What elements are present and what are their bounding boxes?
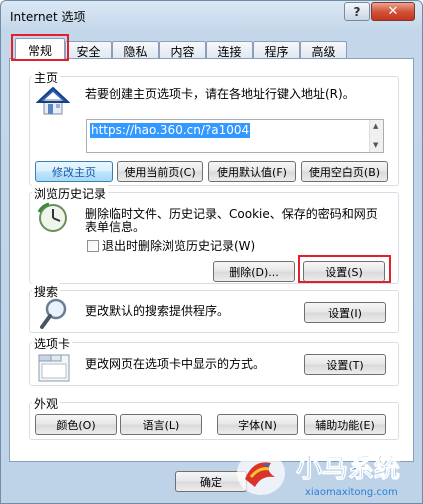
languages-button[interactable]: 语言(L) (120, 414, 202, 435)
homepage-description: 若要创建主页选项卡，请在各地址行键入地址(R)。 (85, 87, 355, 101)
annotation-box-general-tab (11, 34, 69, 61)
watermark-subtext: xiaomaxitong.com (305, 487, 398, 498)
history-clock-icon (37, 202, 67, 232)
homepage-group-title: 主页 (32, 69, 61, 86)
delete-on-exit-checkbox[interactable] (87, 240, 99, 252)
tabs-settings-button[interactable]: 设置(T) (304, 354, 386, 375)
tabs-group-title: 选项卡 (32, 335, 73, 352)
magnifier-icon (40, 298, 67, 329)
tabs-description: 更改网页在选项卡中显示的方式。 (85, 357, 266, 371)
window-title: Internet 选项 (10, 10, 86, 24)
house-icon (36, 86, 70, 115)
annotation-box-history-settings (298, 255, 391, 283)
appearance-group-title: 外观 (32, 395, 61, 412)
use-current-button[interactable]: 使用当前页(C) (117, 161, 203, 182)
homepage-url-field[interactable]: https://hao.360.cn/?a1004 ▲ ▼ (86, 119, 384, 153)
colors-button[interactable]: 颜色(O) (35, 414, 117, 435)
homepage-url-text: https://hao.360.cn/?a1004 (90, 123, 251, 138)
use-default-button[interactable]: 使用默认值(F) (208, 161, 296, 182)
delete-on-exit-label[interactable]: 退出时删除浏览历史记录(W) (102, 239, 255, 254)
close-button[interactable]: ✕ (371, 2, 415, 21)
help-button[interactable]: ? (344, 2, 370, 21)
accessibility-button[interactable]: 辅助功能(E) (304, 414, 386, 435)
use-blank-button[interactable]: 使用空白页(B) (301, 161, 388, 182)
title-bar[interactable]: Internet 选项 ? ✕ (1, 1, 422, 31)
history-group-title: 浏览历史记录 (32, 185, 109, 202)
search-description: 更改默认的搜索提供程序。 (85, 304, 230, 318)
internet-options-window: Internet 选项 ? ✕ 常规 安全 隐私 内容 连接 程序 高级 主页 … (0, 0, 423, 504)
history-description-line2: 表单信息。 (85, 220, 146, 234)
delete-history-button[interactable]: 删除(D)... (213, 261, 295, 282)
fonts-button[interactable]: 字体(N) (217, 414, 298, 435)
search-settings-button[interactable]: 设置(I) (304, 302, 386, 323)
tabs-window-icon (38, 354, 70, 382)
url-scrollbar[interactable]: ▲ ▼ (369, 120, 383, 152)
modify-homepage-button[interactable]: 修改主页 (35, 161, 113, 182)
watermark-logo: 小马系统 xiaomaxitong.com (237, 451, 400, 498)
watermark-text: 小马系统 (296, 453, 400, 484)
